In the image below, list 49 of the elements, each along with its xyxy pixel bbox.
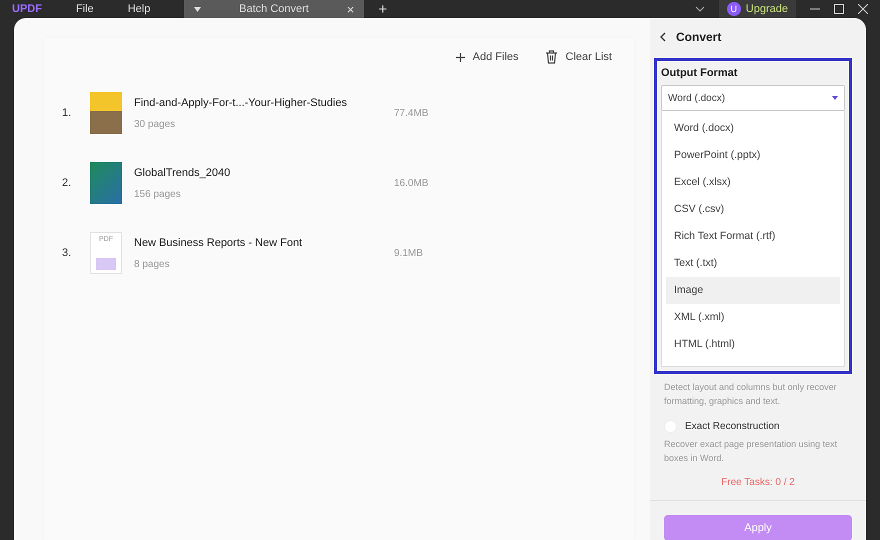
format-dropdown[interactable]: Word (.docx) bbox=[661, 85, 845, 111]
file-name: GlobalTrends_2040 bbox=[134, 166, 232, 178]
file-name: New Business Reports - New Font bbox=[134, 236, 304, 248]
app-logo: UPDF bbox=[12, 3, 42, 15]
file-name: Find-and-Apply-For-t...-Your-Higher-Studies bbox=[134, 96, 348, 108]
dropdown-option[interactable]: HTML (.html) bbox=[666, 331, 840, 358]
dropdown-option[interactable]: Excel (.xlsx) bbox=[666, 169, 840, 196]
menu-item[interactable]: File bbox=[76, 3, 94, 15]
page-count: 30 pages bbox=[134, 118, 176, 130]
option-label: Exact Reconstruction bbox=[685, 421, 780, 432]
close-tab-button[interactable]: × bbox=[346, 2, 354, 16]
dropdown-option[interactable]: Text (.txt) bbox=[666, 250, 840, 277]
avatar: U bbox=[726, 2, 741, 16]
option-description: Detect layout and columns but only recover formatting, graphics and text. bbox=[664, 381, 838, 408]
menu-item[interactable]: Help bbox=[128, 3, 150, 15]
dropdown-option[interactable]: Image bbox=[666, 277, 840, 304]
option-description: Recover exact page presentation using text boxes in Word. bbox=[664, 438, 838, 465]
dropdown-option[interactable]: CSV (.csv) bbox=[666, 196, 840, 223]
page-count: 8 pages bbox=[134, 258, 171, 270]
trash-icon bbox=[544, 50, 558, 64]
upgrade-button[interactable]: U Upgrade bbox=[718, 0, 796, 18]
new-tab-button[interactable]: + bbox=[378, 0, 388, 18]
maximize-icon[interactable] bbox=[834, 4, 844, 14]
free-tasks-text: Free Tasks: 0 / 2 bbox=[720, 477, 796, 488]
tab[interactable]: Batch Convert × bbox=[184, 0, 364, 18]
add-files-button[interactable]: Add Files bbox=[456, 50, 519, 64]
dropdown-option[interactable]: PowerPoint (.pptx) bbox=[666, 142, 840, 169]
output-format-label: Output Format bbox=[661, 67, 738, 79]
dropdown-option[interactable]: Rich Text Format (.rtf) bbox=[666, 223, 840, 250]
file-index: 3. bbox=[61, 247, 72, 259]
file-index: 1. bbox=[61, 107, 72, 119]
document-thumbnail bbox=[90, 162, 122, 204]
file-size: 16.0MB bbox=[394, 178, 428, 188]
chevron-down-icon[interactable] bbox=[694, 6, 705, 12]
file-size: 9.1MB bbox=[394, 248, 423, 258]
caret-icon bbox=[194, 6, 202, 12]
panel-title: Convert bbox=[676, 30, 722, 44]
plus-icon bbox=[456, 52, 465, 62]
page-count: 156 pages bbox=[134, 188, 182, 200]
file-size: 77.4MB bbox=[394, 108, 428, 118]
dropdown-option[interactable]: Word (.docx) bbox=[666, 115, 840, 142]
close-icon[interactable] bbox=[858, 4, 868, 14]
tab-title: Batch Convert bbox=[238, 3, 310, 15]
file-index: 2. bbox=[61, 177, 72, 189]
dropdown-option[interactable]: XML (.xml) bbox=[666, 304, 840, 331]
clear-list-button[interactable]: Clear List bbox=[544, 50, 612, 64]
caret-icon bbox=[832, 96, 838, 100]
back-icon[interactable] bbox=[660, 32, 666, 42]
document-thumbnail bbox=[90, 92, 122, 134]
